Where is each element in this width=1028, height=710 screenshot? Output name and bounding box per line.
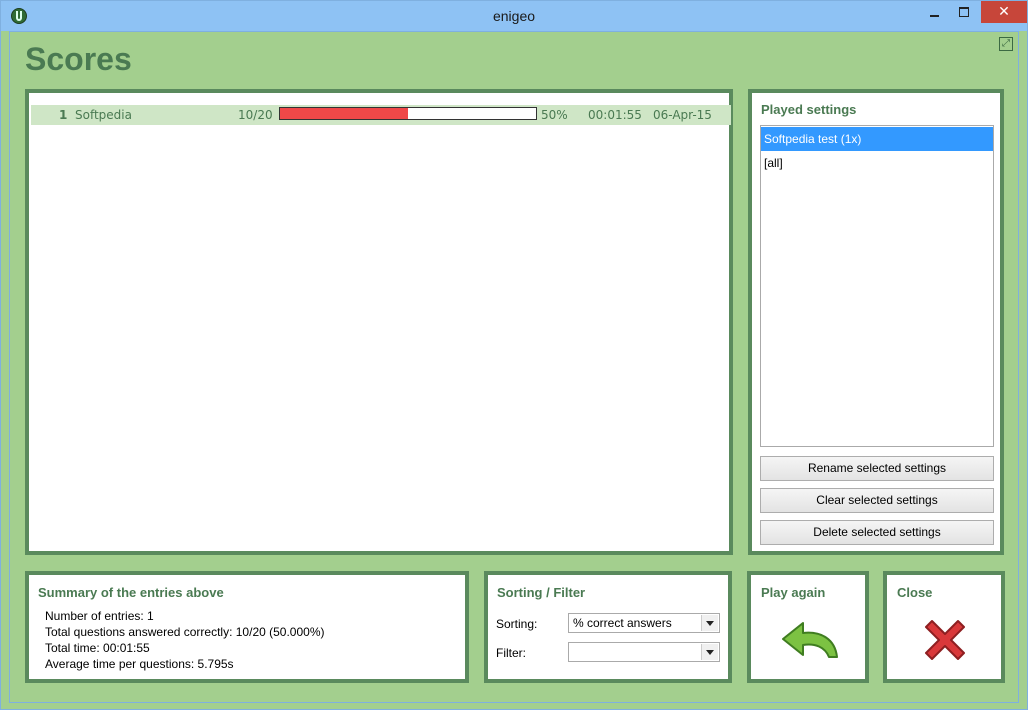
score-name: Softpedia <box>75 108 132 122</box>
play-again-button[interactable]: Play again <box>747 571 869 683</box>
score-rank: 1 <box>59 108 68 122</box>
window-close-icon[interactable]: ✕ <box>981 1 1027 23</box>
summary-correct: Total questions answered correctly: 10/2… <box>45 625 325 639</box>
list-item[interactable]: [all] <box>761 151 993 175</box>
table-row[interactable]: 1 Softpedia 10/20 50% 00:01:55 06-Apr-15 <box>31 105 731 125</box>
minimize-icon[interactable] <box>919 1 949 23</box>
close-button[interactable]: Close <box>883 571 1005 683</box>
clear-settings-button[interactable]: Clear selected settings <box>760 488 994 513</box>
window-title: enigeo <box>492 8 536 24</box>
played-settings-title: Played settings <box>761 102 857 117</box>
score-percent: 50% <box>541 108 568 122</box>
expand-icon[interactable]: ⤢ <box>999 37 1013 51</box>
sorting-select[interactable]: % correct answers <box>568 613 720 633</box>
red-x-icon <box>925 620 965 660</box>
close-title: Close <box>897 585 933 600</box>
sorting-filter-title: Sorting / Filter <box>497 585 586 600</box>
sorting-filter-panel: Sorting / Filter Sorting: % correct answ… <box>484 571 732 683</box>
delete-settings-button[interactable]: Delete selected settings <box>760 520 994 545</box>
chevron-down-icon[interactable] <box>701 615 718 631</box>
summary-entries: Number of entries: 1 <box>45 609 154 623</box>
score-date: 06-Apr-15 <box>653 108 712 122</box>
score-time: 00:01:55 <box>588 108 642 122</box>
summary-average-time: Average time per questions: 5.795s <box>45 657 234 671</box>
filter-label: Filter: <box>496 646 526 660</box>
play-again-title: Play again <box>761 585 826 600</box>
undo-arrow-icon <box>782 622 838 658</box>
maximize-icon[interactable] <box>949 1 979 23</box>
score-progress-bar <box>279 107 537 120</box>
scores-panel: 1 Softpedia 10/20 50% 00:01:55 06-Apr-15 <box>25 89 733 555</box>
page-title: Scores <box>25 41 132 77</box>
played-settings-panel: Played settings Softpedia test (1x) [all… <box>748 89 1004 555</box>
chevron-down-icon[interactable] <box>701 644 718 660</box>
score-answered: 10/20 <box>238 108 273 122</box>
app-window: enigeo ✕ ⤢ Scores 1 Softpedia 10/20 50% … <box>0 0 1028 710</box>
sorting-label: Sorting: <box>496 617 538 631</box>
summary-total-time: Total time: 00:01:55 <box>45 641 150 655</box>
score-progress-fill <box>280 108 408 119</box>
title-bar[interactable]: enigeo ✕ <box>1 1 1027 31</box>
summary-title: Summary of the entries above <box>38 585 224 600</box>
summary-panel: Summary of the entries above Number of e… <box>25 571 469 683</box>
sorting-select-value: % correct answers <box>573 616 672 630</box>
played-settings-list[interactable]: Softpedia test (1x) [all] <box>760 125 994 447</box>
filter-select[interactable] <box>568 642 720 662</box>
rename-settings-button[interactable]: Rename selected settings <box>760 456 994 481</box>
list-item[interactable]: Softpedia test (1x) <box>761 127 993 151</box>
